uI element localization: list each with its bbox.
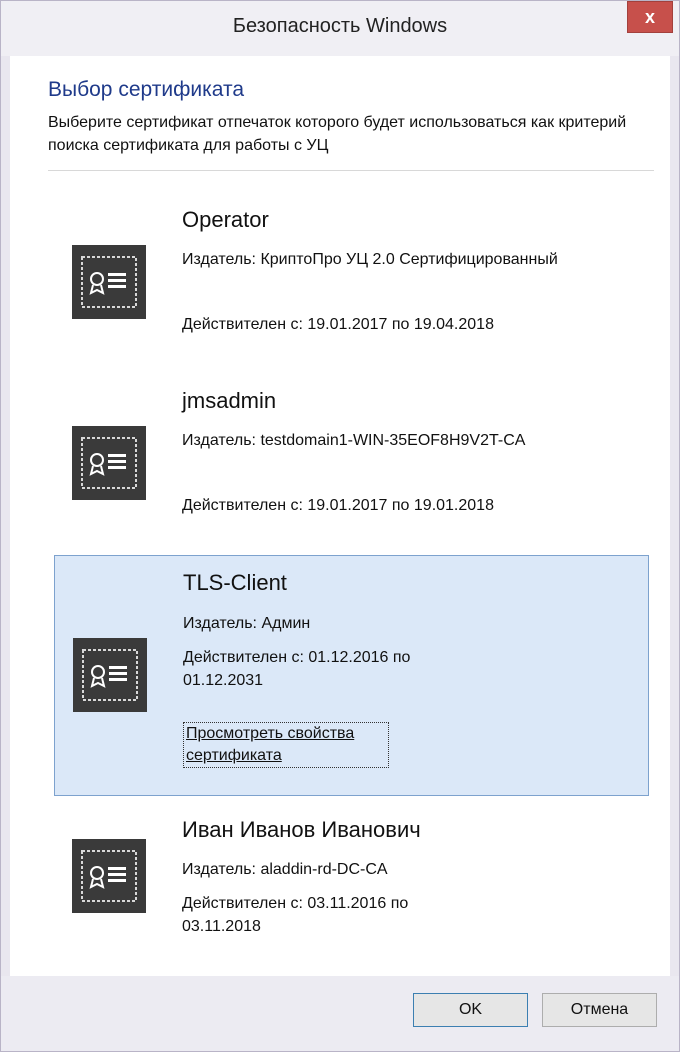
certificate-issuer: Издатель: Админ (183, 615, 311, 632)
cancel-button[interactable]: Отмена (542, 993, 657, 1027)
header-separator (48, 170, 654, 171)
certificate-validity: Действителен с: 01.12.2016 по 01.12.2031 (183, 649, 411, 689)
dialog-content: Выбор сертификата Выберите сертификат от… (10, 56, 670, 976)
certificate-name: jmsadmin (182, 388, 277, 413)
certificate-icon (72, 426, 146, 500)
certificate-item-operator[interactable]: Operator Издатель: КриптоПро УЦ 2.0 Серт… (54, 201, 649, 371)
certificate-issuer: Издатель: КриптоПро УЦ 2.0 Сертифицирова… (182, 251, 558, 268)
certificate-validity: Действителен с: 19.01.2017 по 19.04.2018 (182, 316, 494, 333)
certificate-issuer: Издатель: testdomain1-WIN-35EOF8H9V2T-CA (182, 432, 526, 449)
certificate-icon (73, 638, 147, 712)
dialog-description: Выберите сертификат отпечаток которого б… (48, 114, 627, 154)
certificate-validity: Действителен с: 03.11.2016 по 03.11.2018 (182, 895, 409, 935)
certificate-name: Иван Иванов Иванович (182, 817, 421, 842)
certificate-name: Operator (182, 207, 269, 232)
view-certificate-properties-link[interactable]: Просмотреть свойства сертификата (183, 722, 389, 768)
certificate-item-ivan-ivanov[interactable]: Иван Иванов Иванович Издатель: aladdin-r… (54, 808, 649, 958)
ok-button[interactable]: OK (413, 993, 528, 1027)
windows-security-dialog: Безопасность Windows x Выбор сертификата… (0, 0, 680, 1052)
certificate-validity: Действителен с: 19.01.2017 по 19.01.2018 (182, 497, 494, 514)
title-bar: Безопасность Windows x (1, 1, 679, 56)
certificate-icon (72, 839, 146, 913)
certificate-item-tls-client[interactable]: TLS-Client Издатель: Админ Действителен … (54, 555, 649, 796)
certificate-icon (72, 245, 146, 319)
close-icon: x (644, 7, 655, 27)
dialog-footer: OK Отмена (1, 976, 679, 1051)
certificate-item-jmsadmin[interactable]: jmsadmin Издатель: testdomain1-WIN-35EOF… (54, 382, 649, 552)
close-button[interactable]: x (627, 1, 673, 33)
window-title: Безопасность Windows (232, 15, 448, 37)
dialog-heading: Выбор сертификата (48, 78, 245, 101)
certificate-issuer: Издатель: aladdin-rd-DC-CA (182, 861, 388, 878)
certificate-name: TLS-Client (183, 570, 287, 595)
